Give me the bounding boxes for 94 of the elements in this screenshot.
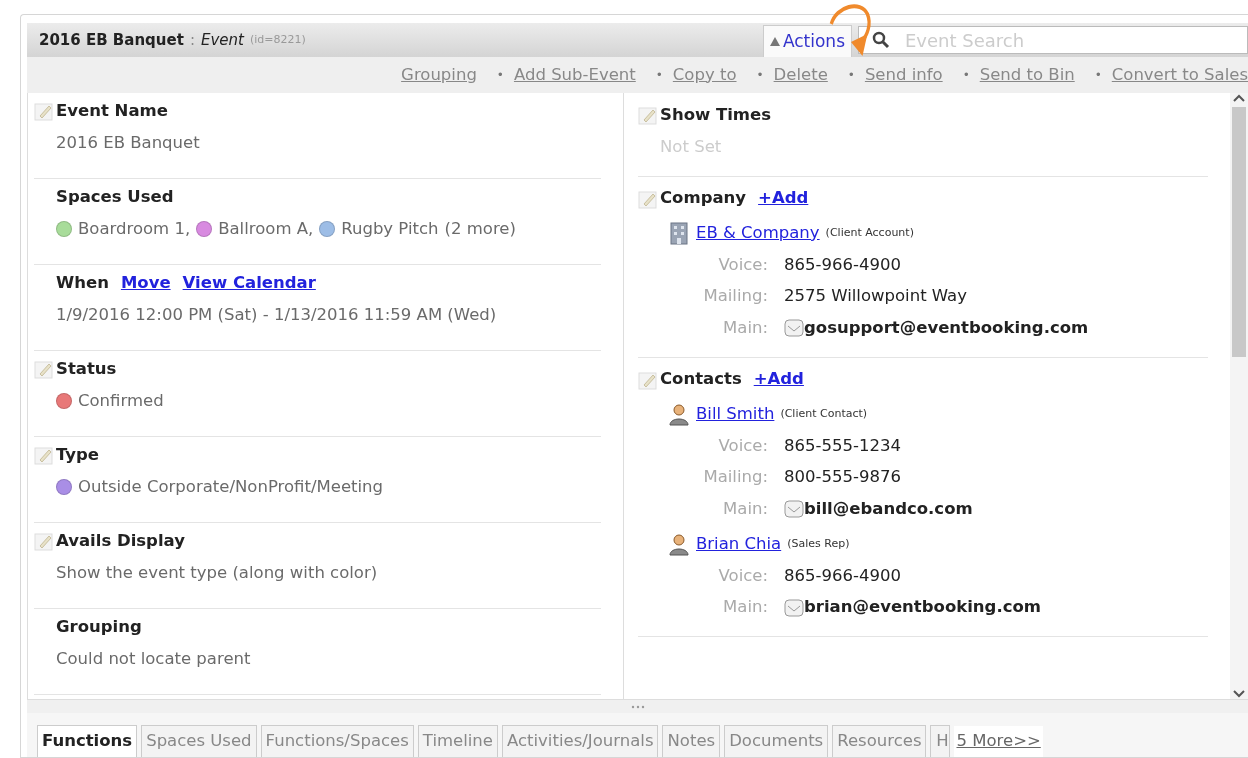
toolbar-action[interactable]: Copy to [672,62,737,88]
field-label: Avails Display [56,529,185,552]
event-title: 2016 EB Banquet [39,29,184,51]
toolbar-bullet: • [1094,67,1102,84]
detail-label: Main: [722,498,768,520]
pencil-icon [638,105,658,125]
tab[interactable]: Resources [832,725,927,757]
toolbar-action[interactable]: Send info [864,62,943,88]
entity-link[interactable]: Brian Chia [696,531,782,557]
email-address: bill@ebandco.com [804,498,973,520]
field-link[interactable]: View Calendar [182,270,316,296]
tab[interactable]: Functions/Spaces [260,725,414,757]
caret-up-icon [769,37,780,46]
scrollbar[interactable] [1230,93,1248,699]
detail-label: Main: [722,317,768,339]
tab[interactable]: Documents [724,725,829,757]
detail-label: Voice: [717,253,768,276]
tab[interactable]: Activities/Journals [502,725,659,757]
pencil-icon [34,445,54,465]
field-value: Ballroom A, [218,218,314,240]
entity-link[interactable]: Bill Smith [696,401,775,427]
detail-value: 865-966-4900 [784,253,901,276]
email-address: gosupport@eventbooking.com [804,317,1089,339]
field-label: Grouping [56,615,142,638]
scroll-up-icon[interactable] [1233,93,1245,103]
detail-label: Mailing: [702,285,768,308]
toolbar-action[interactable]: Convert to Sales [1111,62,1248,88]
tab[interactable]: Timeline [417,725,498,757]
field-value: Rugby Pitch [341,218,439,240]
field-label: Spaces Used [56,185,174,208]
pencil-icon [34,101,54,121]
toolbar-action[interactable]: Grouping [401,62,477,88]
entity-link[interactable]: EB & Company [696,220,820,246]
detail-label: Mailing: [702,466,768,489]
field-label: Show Times [660,103,772,126]
field-value: Boardroom 1, [78,218,191,240]
record-type: Event [200,29,244,51]
field-link[interactable]: Move [120,270,171,296]
building-icon [668,221,690,246]
person-icon [668,402,690,427]
envelope-icon [784,499,804,520]
toolbar-bullet: • [847,67,855,84]
search-icon [872,31,890,49]
entity-role: (Sales Rep) [787,535,850,552]
email-address: brian@eventbooking.com [804,596,1041,619]
field-value: Show the event type (along with color) [56,562,378,584]
toolbar-bullet: • [962,67,970,84]
field-label: Status [56,357,117,380]
add-link[interactable]: +Add [753,367,804,393]
field-label: Event Name [56,99,168,122]
detail-value: 2575 Willowpoint Way [784,285,967,308]
field-label: When [56,271,109,294]
detail-label: Voice: [717,434,768,457]
toolbar-bullet: • [496,67,504,84]
toolbar-bullet: • [655,67,663,84]
pencil-icon [638,369,658,390]
field-label: Type [56,443,100,466]
pencil-icon [638,188,658,209]
pencil-icon [34,531,54,551]
add-link[interactable]: +Add [758,186,809,212]
envelope-icon [784,597,804,618]
field-label: Contacts [660,368,742,391]
tab[interactable]: Notes [662,725,721,757]
toolbar-action[interactable]: Delete [773,62,828,88]
detail-value: 865-966-4900 [784,564,901,587]
scrollbar-thumb[interactable] [1232,107,1246,357]
tab[interactable]: Functions [37,725,138,757]
detail-label: Main: [722,596,768,619]
tab[interactable]: Spaces Used [141,725,257,757]
toolbar-action[interactable]: Add Sub-Event [513,62,636,88]
scroll-down-icon[interactable] [1233,689,1245,699]
field-value: 2016 EB Banquet [56,132,200,154]
person-icon [668,532,690,557]
more-tabs-link[interactable]: 5 More>> [954,726,1043,757]
entity-role: (Client Account) [825,224,914,241]
detail-value: 800-555-9876 [784,466,901,489]
actions-button[interactable]: Actions [762,25,852,57]
title-separator: : [189,29,195,51]
toolbar-bullet: • [756,67,764,84]
pencil-icon [34,359,54,379]
more-count: (2 more) [444,218,516,240]
splitter-grip-icon[interactable] [630,704,645,709]
envelope-icon [784,318,804,339]
field-label: Company [660,187,747,210]
entity-role: (Client Contact) [780,405,868,422]
field-value: 1/9/2016 12:00 PM (Sat) - 1/13/2016 11:59 AM (Wed) [56,304,497,326]
field-value: Could not locate parent [56,648,251,670]
tab[interactable]: H [930,725,951,757]
detail-label: Voice: [717,564,768,587]
detail-value: 865-555-1234 [784,434,901,457]
record-id: (id=8221) [249,31,306,48]
field-value: Confirmed [78,390,164,412]
field-value: Outside Corporate/NonProfit/Meeting [78,476,384,498]
toolbar-action[interactable]: Send to Bin [979,62,1075,88]
